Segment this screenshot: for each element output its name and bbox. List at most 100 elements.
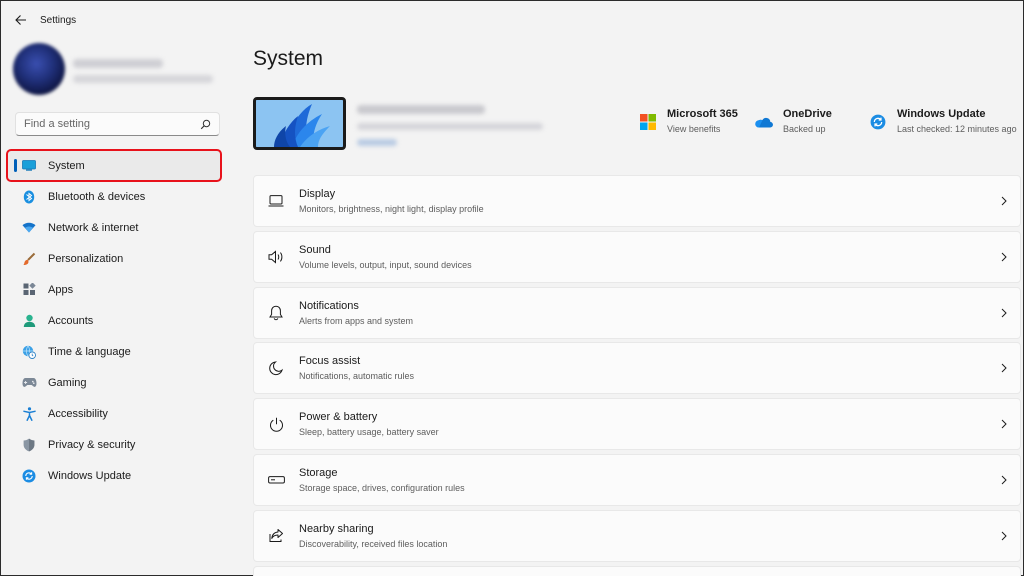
card-title: Nearby sharing [299, 522, 374, 535]
quick-link-subtitle: Last checked: 12 minutes ago [897, 124, 1017, 134]
card-title: Focus assist [299, 355, 361, 368]
sidebar-item-label: System [48, 159, 85, 172]
sidebar-item-privacy-security[interactable]: Privacy & security [7, 429, 221, 460]
chevron-right-icon [996, 249, 1012, 265]
card-partial-next[interactable] [253, 565, 1021, 576]
device-thumbnail [253, 97, 346, 150]
card-nearby-sharing[interactable]: Nearby sharing Discoverability, received… [253, 509, 1021, 562]
speaker-icon [266, 247, 286, 267]
quick-link-title: Microsoft 365 [667, 108, 738, 120]
device-model-redacted [357, 123, 543, 130]
apps-icon [21, 282, 37, 298]
quick-link-title: Windows Update [897, 108, 986, 120]
bell-icon [266, 303, 286, 323]
quick-link-microsoft-365[interactable]: Microsoft 365 View benefits [639, 107, 738, 134]
sidebar-item-label: Personalization [48, 252, 124, 265]
sidebar-item-bluetooth[interactable]: Bluetooth & devices [7, 181, 221, 212]
title-bar: Settings [1, 1, 1024, 39]
chevron-right-icon [996, 472, 1012, 488]
sidebar-item-accessibility[interactable]: Accessibility [7, 398, 221, 429]
windows-update-icon [21, 468, 37, 484]
bluetooth-icon [21, 189, 37, 205]
sidebar-item-network[interactable]: Network & internet [7, 212, 221, 243]
windows-update-icon [869, 113, 887, 131]
sidebar-item-label: Apps [48, 283, 74, 296]
settings-card-list: Display Monitors, brightness, night ligh… [253, 175, 1021, 576]
chevron-right-icon [996, 528, 1012, 544]
card-title: Power & battery [299, 411, 378, 424]
brush-icon [21, 251, 37, 267]
quick-link-onedrive[interactable]: OneDrive Backed up [755, 107, 832, 134]
card-title: Sound [299, 243, 331, 256]
globe-clock-icon [21, 344, 37, 360]
card-subtitle: Alerts from apps and system [299, 315, 414, 326]
sidebar-item-label: Accounts [48, 314, 94, 327]
card-subtitle: Sleep, battery usage, battery saver [299, 427, 439, 438]
sidebar-item-system[interactable]: System [6, 149, 222, 182]
active-indicator [14, 159, 17, 172]
sidebar-item-label: Windows Update [48, 469, 132, 482]
system-icon [21, 158, 37, 174]
quick-link-title: OneDrive [783, 108, 832, 120]
sidebar-item-label: Time & language [48, 345, 131, 358]
chevron-right-icon [996, 360, 1012, 376]
chevron-right-icon [996, 305, 1012, 321]
sidebar-item-label: Bluetooth & devices [48, 190, 146, 203]
display-icon [266, 191, 286, 211]
card-title: Notifications [299, 299, 359, 312]
storage-icon [266, 470, 286, 490]
avatar[interactable] [13, 43, 65, 95]
shield-icon [21, 437, 37, 453]
microsoft-365-icon [639, 113, 657, 131]
windows-bloom-wallpaper [256, 100, 343, 147]
card-storage[interactable]: Storage Storage space, drives, configura… [253, 453, 1021, 506]
main-content: System Microsoft 365 View benefits OneDr… [253, 39, 1024, 576]
app-title: Settings [40, 14, 77, 26]
profile-email-redacted [73, 75, 213, 83]
sidebar-item-gaming[interactable]: Gaming [7, 367, 221, 398]
sidebar-item-label: Network & internet [48, 221, 139, 234]
card-sound[interactable]: Sound Volume levels, output, input, soun… [253, 230, 1021, 283]
quick-link-windows-update[interactable]: Windows Update Last checked: 12 minutes … [869, 107, 1017, 134]
chevron-right-icon [996, 416, 1012, 432]
sidebar-item-apps[interactable]: Apps [7, 274, 221, 305]
device-name-redacted [357, 105, 485, 114]
card-title: Storage [299, 466, 338, 479]
onedrive-icon [755, 113, 773, 131]
power-icon [266, 414, 286, 434]
card-focus-assist[interactable]: Focus assist Notifications, automatic ru… [253, 342, 1021, 395]
card-notifications[interactable]: Notifications Alerts from apps and syste… [253, 286, 1021, 339]
chevron-right-icon [996, 193, 1012, 209]
card-subtitle: Discoverability, received files location [299, 538, 448, 549]
search-box[interactable] [15, 112, 220, 136]
card-display[interactable]: Display Monitors, brightness, night ligh… [253, 175, 1021, 227]
page-title: System [253, 47, 324, 70]
sidebar-item-label: Accessibility [48, 407, 108, 420]
user-profile[interactable] [13, 43, 223, 99]
sidebar-item-personalization[interactable]: Personalization [7, 243, 221, 274]
sidebar-item-time-language[interactable]: Time & language [7, 336, 221, 367]
back-button[interactable] [3, 1, 39, 39]
card-title: Display [299, 188, 336, 200]
profile-name-redacted [73, 59, 163, 68]
quick-link-subtitle: Backed up [783, 124, 826, 134]
accessibility-icon [21, 406, 37, 422]
back-arrow-icon [15, 15, 26, 25]
card-subtitle: Storage space, drives, configuration rul… [299, 482, 465, 493]
nav-list: System Bluetooth & devices Network & int… [6, 149, 222, 491]
accounts-icon [21, 313, 37, 329]
wifi-icon [21, 220, 37, 236]
quick-link-subtitle: View benefits [667, 124, 721, 134]
sidebar-item-windows-update[interactable]: Windows Update [7, 460, 221, 491]
gamepad-icon [21, 375, 37, 391]
sidebar-item-label: Privacy & security [48, 438, 136, 451]
sidebar-item-accounts[interactable]: Accounts [7, 305, 221, 336]
search-icon[interactable] [200, 119, 211, 130]
card-power-battery[interactable]: Power & battery Sleep, battery usage, ba… [253, 398, 1021, 451]
search-input[interactable] [24, 118, 200, 130]
share-icon [266, 526, 286, 546]
rename-link-redacted[interactable] [357, 139, 397, 146]
sidebar-item-label: Gaming [48, 376, 87, 389]
moon-icon [266, 358, 286, 378]
card-subtitle: Monitors, brightness, night light, displ… [299, 204, 484, 214]
